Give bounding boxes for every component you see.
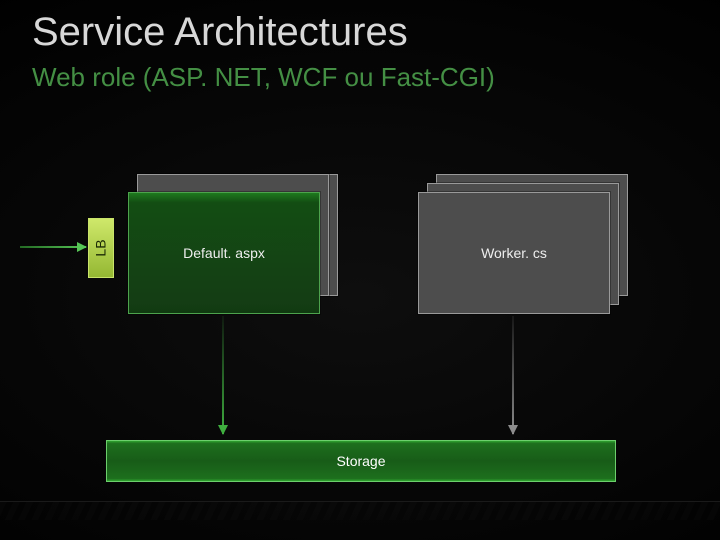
load-balancer-badge: LB [88,218,114,278]
web-role-label: Default. aspx [183,245,265,261]
web-role-card-front: Default. aspx [128,192,320,314]
worker-card-front: Worker. cs [418,192,610,314]
slide-subtitle: Web role (ASP. NET, WCF ou Fast-CGI) [32,62,495,93]
arrow-worker-to-storage [512,316,514,434]
stripes-decor [0,502,720,520]
storage-label: Storage [336,453,385,469]
slide-title: Service Architectures [32,10,408,55]
input-arrow [20,246,86,248]
arrow-web-to-storage [222,316,224,434]
storage-box: Storage [106,440,616,482]
slide: Service Architectures Web role (ASP. NET… [0,0,720,540]
load-balancer-label: LB [93,239,109,256]
worker-label: Worker. cs [481,245,547,261]
